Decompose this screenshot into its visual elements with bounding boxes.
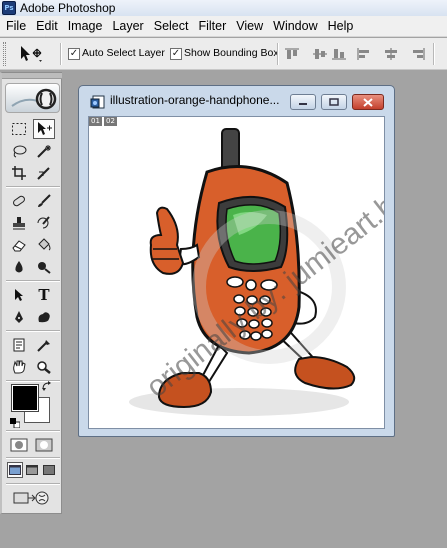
crop-tool-icon[interactable] — [8, 163, 30, 183]
options-bar-grip[interactable] — [3, 42, 6, 66]
document-title: illustration-orange-handphone... — [110, 93, 280, 107]
menu-filter[interactable]: Filter — [193, 16, 231, 37]
default-colors-icon[interactable] — [10, 417, 21, 429]
notes-tool-icon[interactable] — [8, 335, 30, 355]
canvas[interactable]: 01 02 originally by: jumieart.blogspot.c… — [88, 116, 385, 429]
app-title: Adobe Photoshop — [20, 1, 116, 15]
healing-brush-tool-icon[interactable] — [8, 191, 30, 211]
close-icon — [363, 97, 373, 107]
toolbox-grip[interactable] — [2, 73, 62, 79]
orange-handphone-illustration — [129, 128, 356, 416]
toolbox-separator — [6, 186, 60, 188]
full-screen-menu-mode-icon[interactable] — [24, 462, 40, 478]
paint-bucket-tool-icon[interactable] — [33, 235, 55, 255]
brush-tool-icon[interactable] — [33, 191, 55, 211]
zoom-tool-icon[interactable] — [33, 357, 55, 377]
shape-tool-icon[interactable] — [33, 307, 55, 327]
align-vertical-centers-icon[interactable] — [312, 47, 328, 61]
toolbox-separator — [6, 330, 60, 332]
menu-help[interactable]: Help — [323, 16, 359, 37]
title-bar: Ps Adobe Photoshop — [0, 0, 447, 16]
blur-tool-icon[interactable] — [8, 257, 30, 277]
menu-window[interactable]: Window — [268, 16, 322, 37]
checkmark-icon: ✓ — [69, 48, 79, 59]
foreground-color-swatch[interactable] — [11, 384, 39, 412]
close-button[interactable] — [352, 94, 384, 110]
auto-select-layer-label: Auto Select Layer — [82, 47, 165, 59]
dodge-tool-icon[interactable] — [33, 257, 55, 277]
move-tool-icon[interactable] — [33, 119, 55, 139]
eyedropper-tool-icon[interactable] — [33, 335, 55, 355]
auto-select-layer-checkbox[interactable]: ✓ — [68, 48, 80, 60]
align-bottom-edges-icon[interactable] — [331, 47, 347, 61]
show-bounding-box-checkbox[interactable]: ✓ — [170, 48, 182, 60]
photoshop-logo-icon: Ps — [2, 1, 16, 15]
menu-select[interactable]: Select — [149, 16, 194, 37]
standard-mode-icon[interactable] — [8, 435, 30, 455]
marquee-tool-icon[interactable] — [8, 119, 30, 139]
maximize-button[interactable] — [321, 94, 347, 110]
options-bar: ✓ Auto Select Layer ✓ Show Bounding Box — [0, 38, 447, 70]
align-left-edges-icon[interactable] — [356, 47, 372, 61]
options-separator — [60, 43, 62, 65]
type-tool-icon[interactable]: T — [33, 285, 55, 305]
show-bounding-box-label: Show Bounding Box — [184, 47, 279, 59]
toolbox-separator — [6, 430, 60, 432]
menu-view[interactable]: View — [231, 16, 268, 37]
options-separator — [433, 43, 435, 65]
minimize-icon — [299, 103, 307, 105]
toolbox: T — [0, 72, 62, 514]
hand-tool-icon[interactable] — [8, 357, 30, 377]
toolbox-separator — [6, 483, 60, 485]
menu-bar: File Edit Image Layer Select Filter View… — [0, 16, 447, 37]
menu-layer[interactable]: Layer — [107, 16, 148, 37]
magic-wand-tool-icon[interactable] — [33, 141, 55, 161]
eraser-tool-icon[interactable] — [8, 235, 30, 255]
checkmark-icon: ✓ — [171, 48, 181, 59]
maximize-icon — [329, 98, 339, 106]
history-brush-tool-icon[interactable] — [33, 213, 55, 233]
document-window: illustration-orange-handphone... 01 02 o… — [78, 85, 395, 437]
standard-screen-mode-icon[interactable] — [7, 462, 23, 478]
full-screen-mode-icon[interactable] — [41, 462, 57, 478]
toolbox-separator — [6, 457, 60, 459]
lasso-tool-icon[interactable] — [8, 141, 30, 161]
slice-tool-icon[interactable] — [33, 163, 55, 183]
menu-image[interactable]: Image — [63, 16, 108, 37]
pen-tool-icon[interactable] — [8, 307, 30, 327]
options-separator — [277, 43, 279, 65]
toolbox-separator — [6, 280, 60, 282]
move-tool-preset-icon[interactable] — [17, 44, 45, 64]
menu-file[interactable]: File — [1, 16, 31, 37]
minimize-button[interactable] — [290, 94, 316, 110]
align-right-edges-icon[interactable] — [410, 47, 426, 61]
document-icon — [90, 95, 106, 109]
quick-mask-mode-icon[interactable] — [33, 435, 55, 455]
clone-stamp-tool-icon[interactable] — [8, 213, 30, 233]
jump-to-imageready-icon[interactable] — [9, 488, 55, 508]
align-horizontal-centers-icon[interactable] — [383, 47, 399, 61]
align-top-edges-icon[interactable] — [284, 47, 300, 61]
swap-colors-icon[interactable] — [40, 379, 54, 393]
adobe-online-logo-icon[interactable] — [5, 83, 60, 113]
path-selection-tool-icon[interactable] — [8, 285, 30, 305]
menu-edit[interactable]: Edit — [31, 16, 63, 37]
